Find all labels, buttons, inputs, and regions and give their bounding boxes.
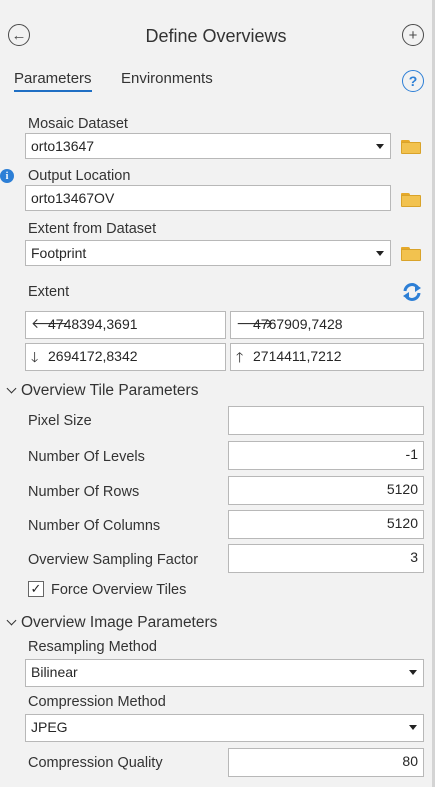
resampling-method-value: Bilinear bbox=[31, 664, 78, 680]
image-parameters-title: Overview Image Parameters bbox=[21, 614, 218, 631]
force-overview-tiles-label: Force Overview Tiles bbox=[51, 582, 187, 598]
number-of-rows-input[interactable]: 5120 bbox=[228, 476, 424, 505]
help-icon[interactable]: ? bbox=[402, 70, 424, 92]
compression-method-dropdown[interactable]: JPEG bbox=[25, 714, 424, 742]
extent-left-value: 4748394,3691 bbox=[48, 316, 138, 332]
chevron-down-icon bbox=[6, 383, 17, 394]
compression-method-label: Compression Method bbox=[28, 694, 166, 710]
tab-environments[interactable]: Environments bbox=[121, 70, 213, 87]
extent-from-dataset-value: Footprint bbox=[31, 245, 87, 261]
output-location-label: Output Location bbox=[28, 168, 131, 184]
chevron-down-icon bbox=[6, 615, 17, 626]
plus-icon: + bbox=[408, 26, 418, 44]
compression-method-value: JPEG bbox=[31, 719, 68, 735]
info-icon[interactable]: i bbox=[0, 169, 14, 183]
mosaic-dataset-label: Mosaic Dataset bbox=[28, 116, 128, 132]
arrow-down-icon: 🡓 bbox=[31, 349, 39, 365]
number-of-levels-input[interactable]: -1 bbox=[228, 441, 424, 470]
extent-right-value: 4767909,7428 bbox=[253, 316, 343, 332]
mosaic-dataset-browse-folder-icon[interactable] bbox=[401, 139, 421, 154]
number-of-rows-label: Number Of Rows bbox=[28, 484, 140, 500]
number-of-columns-input[interactable]: 5120 bbox=[228, 510, 424, 539]
chevron-down-icon bbox=[376, 251, 384, 256]
tab-parameters[interactable]: Parameters bbox=[14, 70, 92, 92]
number-of-columns-label: Number Of Columns bbox=[28, 518, 161, 534]
output-location-input[interactable]: orto13467OV bbox=[25, 185, 391, 211]
chevron-down-icon bbox=[409, 725, 417, 730]
output-location-value: orto13467OV bbox=[31, 190, 115, 206]
compression-quality-label: Compression Quality bbox=[28, 755, 163, 771]
tile-parameters-title: Overview Tile Parameters bbox=[21, 382, 199, 399]
resampling-method-dropdown[interactable]: Bilinear bbox=[25, 659, 424, 687]
pixel-size-label: Pixel Size bbox=[28, 413, 92, 429]
sampling-factor-label: Overview Sampling Factor bbox=[28, 552, 199, 568]
title-bar: ← Define Overviews + bbox=[0, 0, 432, 62]
refresh-icon[interactable] bbox=[401, 281, 423, 303]
geoprocessing-pane: ← Define Overviews + Parameters Environm… bbox=[0, 0, 435, 787]
extent-right-input[interactable]: 🡒 4767909,7428 bbox=[230, 311, 424, 339]
extent-browse-folder-icon[interactable] bbox=[401, 246, 421, 261]
mosaic-dataset-dropdown[interactable]: orto13647 bbox=[25, 133, 391, 159]
tile-parameters-section-header[interactable]: Overview Tile Parameters bbox=[6, 382, 199, 400]
chevron-down-icon bbox=[376, 144, 384, 149]
tool-title: Define Overviews bbox=[145, 26, 287, 46]
arrow-up-icon: 🡑 bbox=[236, 349, 244, 365]
extent-from-dataset-label: Extent from Dataset bbox=[28, 221, 157, 237]
add-button[interactable]: + bbox=[402, 24, 424, 46]
sampling-factor-input[interactable]: 3 bbox=[228, 544, 424, 573]
extent-left-input[interactable]: 🡐 4748394,3691 bbox=[25, 311, 226, 339]
extent-bottom-value: 2694172,8342 bbox=[48, 348, 138, 364]
mosaic-dataset-value: orto13647 bbox=[31, 138, 95, 154]
extent-top-input[interactable]: 🡑 2714411,7212 bbox=[230, 343, 424, 371]
number-of-levels-label: Number Of Levels bbox=[28, 449, 145, 465]
image-parameters-section-header[interactable]: Overview Image Parameters bbox=[6, 614, 218, 632]
force-overview-tiles-checkbox[interactable]: ✓ bbox=[28, 581, 44, 597]
extent-bottom-input[interactable]: 🡓 2694172,8342 bbox=[25, 343, 226, 371]
compression-quality-input[interactable]: 80 bbox=[228, 748, 424, 777]
output-location-browse-folder-icon[interactable] bbox=[401, 192, 421, 207]
extent-from-dataset-dropdown[interactable]: Footprint bbox=[25, 240, 391, 266]
extent-label: Extent bbox=[28, 284, 70, 300]
resampling-method-label: Resampling Method bbox=[28, 639, 157, 655]
pixel-size-input[interactable] bbox=[228, 406, 424, 435]
extent-top-value: 2714411,7212 bbox=[253, 348, 342, 364]
chevron-down-icon bbox=[409, 670, 417, 675]
